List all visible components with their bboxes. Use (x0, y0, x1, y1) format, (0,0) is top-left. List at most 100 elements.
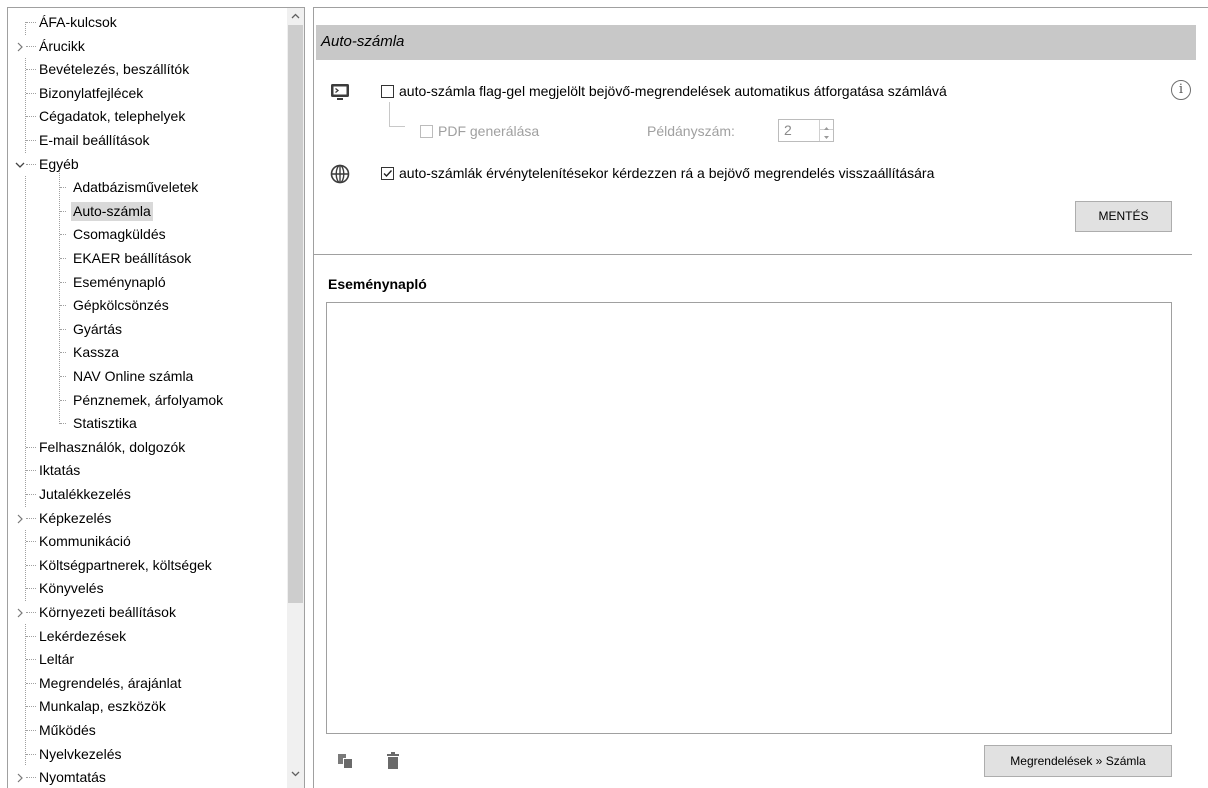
tree-item-bizonylatfejlecek[interactable]: Bizonylatfejlécek (8, 82, 288, 105)
tree-connector (60, 234, 66, 236)
monitor-icon (330, 82, 350, 102)
tree-connector (26, 659, 36, 661)
tree-item-konyveles[interactable]: Könyvelés (8, 577, 288, 600)
tree-item-esemenynaplo[interactable]: Eseménynapló (8, 271, 288, 294)
tree-item-csomagkuldes[interactable]: Csomagküldés (8, 223, 288, 246)
chevron-right-icon[interactable] (14, 766, 26, 788)
log-textarea[interactable] (326, 302, 1172, 734)
copies-spin-buttons[interactable] (819, 120, 833, 141)
info-icon[interactable]: i (1171, 80, 1191, 100)
tree-item-munkalap-eszkozok[interactable]: Munkalap, eszközök (8, 695, 288, 718)
tree-item-felhasznalok-dolgozok[interactable]: Felhasználók, dolgozók (8, 436, 288, 459)
tree-connector (26, 494, 36, 495)
tree-item-egyeb[interactable]: Egyéb (8, 152, 288, 176)
tree-item-label: Csomagküldés (73, 226, 166, 243)
tree-item-bevetelezes-beszallitok[interactable]: Bevételezés, beszállítók (8, 58, 288, 81)
spin-down-button[interactable] (820, 130, 833, 140)
tree-connector (26, 69, 36, 71)
tree-item-afa-kulcsok[interactable]: ÁFA-kulcsok (8, 11, 288, 34)
tree-item-penznemek-arfolyamok[interactable]: Pénznemek, árfolyamok (8, 389, 288, 412)
log-title: Eseménynapló (328, 276, 427, 292)
save-button[interactable]: MENTÉS (1075, 201, 1172, 232)
chevron-right-icon[interactable] (14, 601, 26, 624)
copies-label: Példányszám: (647, 123, 735, 139)
scroll-up-arrow[interactable] (287, 8, 304, 25)
tree-item-label: Nyelvkezelés (39, 745, 122, 762)
tree-item-gepkolcsonzes[interactable]: Gépkölcsönzés (8, 294, 288, 317)
tree-item-label: Auto-számla (71, 201, 153, 221)
trash-icon[interactable] (386, 752, 400, 769)
tree-item-nyomtatas[interactable]: Nyomtatás (8, 766, 288, 788)
tree-item-mukodes[interactable]: Működés (8, 719, 288, 742)
tree-item-kommunikacio[interactable]: Kommunikáció (8, 530, 288, 553)
tree-connector (60, 328, 66, 330)
tree-connector (26, 541, 36, 543)
tree-item-jutalekkezeles[interactable]: Jutalékkezelés (8, 483, 288, 506)
spin-up-button[interactable] (820, 120, 833, 130)
tree-item-leltar[interactable]: Leltár (8, 648, 288, 671)
tree-item-gyartas[interactable]: Gyártás (8, 318, 288, 341)
tree-item-label: Költségpartnerek, költségek (39, 556, 212, 573)
pdf-label: PDF generálása (438, 123, 540, 139)
tree-item-label: Működés (39, 722, 96, 738)
tree-item-label: Nyomtatás (39, 769, 106, 786)
tree-connector (60, 187, 66, 189)
tree-item-label: Iktatás (39, 462, 81, 479)
tree-connector (26, 612, 36, 613)
divider (314, 254, 1192, 255)
tree-connector (26, 163, 36, 165)
tree-item-label: Megrendelés, árajánlat (39, 674, 182, 691)
tree-item-adatbazismuveletek[interactable]: Adatbázisműveletek (8, 176, 288, 199)
tree-item-label: Könyvelés (39, 580, 104, 597)
tree-item-label: Képkezelés (39, 509, 112, 526)
tree-item-label: Cégadatok, telephelyek (39, 108, 186, 125)
chevron-right-icon[interactable] (14, 34, 26, 58)
tree-connector (26, 777, 36, 779)
tree-item-label: Jutalékkezelés (39, 486, 131, 502)
tree-connector (26, 140, 36, 141)
tree-connector (26, 635, 36, 637)
tree-item-nyelvkezeles[interactable]: Nyelvkezelés (8, 743, 288, 766)
tree-item-arucikk[interactable]: Árucikk (8, 34, 288, 58)
tree-item-label: Bevételezés, beszállítók (39, 61, 190, 78)
scrollbar-thumb[interactable] (288, 25, 303, 603)
tree-item-kepkezeles[interactable]: Képkezelés (8, 506, 288, 530)
chevron-right-icon[interactable] (14, 506, 26, 530)
scroll-down-arrow[interactable] (287, 765, 304, 782)
tree-item-label: Bizonylatfejlécek (39, 84, 144, 101)
tree-item-megrendeles-arajanlat[interactable]: Megrendelés, árajánlat (8, 672, 288, 695)
chevron-down-icon[interactable] (14, 152, 26, 176)
tree-item-statisztika[interactable]: Statisztika (8, 412, 288, 435)
tree-item-auto-szamla[interactable]: Auto-számla (8, 200, 288, 223)
tree-item-e-mail-beallitasok[interactable]: E-mail beállítások (8, 129, 288, 152)
tree-item-label: E-mail beállítások (39, 132, 150, 148)
tree-connector (26, 588, 36, 590)
tree-item-label: Kommunikáció (39, 533, 131, 550)
tree-item-label: Lekérdezések (39, 627, 127, 644)
tree-connector (26, 45, 36, 47)
tree-connector (60, 210, 66, 212)
tree-item-label: Leltár (39, 651, 75, 668)
tree-item-kornyezeti-beallitasok[interactable]: Környezeti beállítások (8, 601, 288, 624)
tree-item-cegadatok-telephelyek[interactable]: Cégadatok, telephelyek (8, 105, 288, 128)
pdf-checkbox[interactable] (420, 125, 433, 138)
tree-connector (26, 730, 36, 731)
copies-stepper[interactable]: 2 (778, 119, 834, 142)
tree-item-nav-online-szamla[interactable]: NAV Online számla (8, 365, 288, 388)
tree-item-label: Adatbázisműveletek (73, 179, 199, 196)
settings-tree[interactable]: ÁFA-kulcsok Árucikk Bevételezés, beszállít… (7, 7, 305, 788)
tree-item-label: Árucikk (39, 37, 85, 54)
tree-scrollbar[interactable] (287, 8, 304, 788)
tree-connector (26, 446, 36, 448)
tree-item-koltsegpartnerek-koltsegek[interactable]: Költségpartnerek, költségek (8, 554, 288, 577)
tree-item-label: EKAER beállítások (73, 250, 192, 266)
tree-item-lekerdezesek[interactable]: Lekérdezések (8, 625, 288, 648)
ask-restore-checkbox[interactable] (381, 167, 394, 180)
copy-icon[interactable] (337, 753, 353, 769)
tree-item-kassza[interactable]: Kassza (8, 341, 288, 364)
auto-convert-checkbox[interactable] (381, 85, 394, 98)
convert-orders-button[interactable]: Megrendelések » Számla (984, 745, 1172, 777)
tree-item-ekaer-beallitasok[interactable]: EKAER beállítások (8, 247, 288, 270)
tree-item-iktatas[interactable]: Iktatás (8, 459, 288, 482)
tree-connector (60, 376, 66, 377)
